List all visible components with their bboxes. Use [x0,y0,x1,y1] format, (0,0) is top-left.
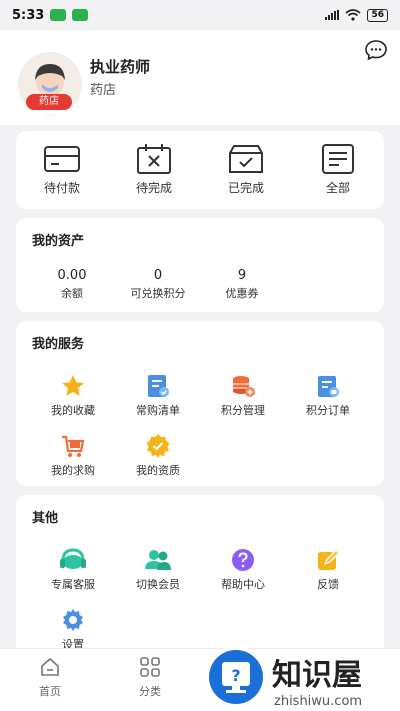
user-role: 药店 [90,83,117,98]
service-purchase-requests[interactable]: 我的求购 [31,433,115,478]
orders-card: 待付款 待完成 已完成 全部 [16,131,384,209]
document-list-icon [322,144,354,174]
asset-label: 余额 [61,287,83,300]
assets-title: 我的资产 [32,234,85,249]
role-badge: 药店 [26,94,72,110]
other-label: 专属客服 [51,578,95,591]
service-label: 我的求购 [51,464,95,477]
users-icon [145,550,171,570]
calendar-x-icon [137,144,171,174]
asset-points[interactable]: 0 可兑换积分 [118,268,198,301]
service-label: 我的收藏 [51,404,95,417]
battery-icon: 56 [367,8,388,22]
status-bar: 5:33 56 [0,0,400,30]
wechat-notification-icon [50,9,67,21]
asset-value: 9 [237,268,247,283]
order-pending-payment[interactable]: 待付款 [32,143,92,196]
service-favorites[interactable]: 我的收藏 [31,373,115,418]
profile-header: 药店 执业药师 药店 [0,30,400,125]
order-all[interactable]: 全部 [308,143,368,196]
service-points-orders[interactable]: 积分订单 [286,373,370,418]
other-title: 其他 [32,511,59,526]
order-completed[interactable]: 已完成 [216,143,276,196]
service-label: 积分管理 [221,404,265,417]
certificate-icon [146,434,170,458]
asset-value: 0.00 [57,268,87,283]
other-label: 帮助中心 [221,578,265,591]
other-settings[interactable]: 设置 [31,607,115,652]
other-customer-service[interactable]: 专属客服 [31,547,115,592]
checklist-icon [148,375,169,397]
wifi-icon [345,9,361,21]
service-label: 我的资质 [136,464,180,477]
svg-text:?: ? [231,666,240,685]
category-icon [140,657,160,677]
services-title: 我的服务 [32,337,85,352]
service-frequent-list[interactable]: 常购清单 [116,373,200,418]
order-label: 已完成 [227,181,264,195]
order-label: 全部 [325,181,350,195]
asset-coupons[interactable]: 9 优惠券 [202,268,282,301]
cart-icon [62,435,85,457]
order-icon [318,376,339,397]
wallet-icon [44,146,80,172]
star-icon [62,375,84,396]
box-check-icon [229,145,263,173]
other-card: 其他 专属客服 切换会员 帮助中心 反馈 设置 [16,495,384,657]
service-qualifications[interactable]: 我的资质 [116,433,200,478]
other-label: 切换会员 [136,578,180,591]
help-icon [232,549,254,571]
asset-label: 优惠券 [225,287,259,300]
message-icon[interactable] [364,38,388,62]
coins-icon [233,376,255,397]
asset-label: 可兑换积分 [130,287,186,300]
tab-label: 分类 [139,685,161,698]
assets-card: 我的资产 0.00 余额 0 可兑换积分 9 优惠券 [16,218,384,312]
watermark-brand: 知识屋 [272,658,362,693]
service-label: 积分订单 [306,404,350,417]
watermark-domain: zhishiwu.com [274,694,362,709]
feedback-icon [318,549,340,570]
signal-icon [325,10,340,20]
service-points-management[interactable]: 积分管理 [201,373,285,418]
other-help-center[interactable]: 帮助中心 [201,547,285,592]
asset-balance[interactable]: 0.00 余额 [32,268,112,301]
settings-icon [63,609,83,631]
status-time: 5:33 [12,7,45,23]
other-switch-member[interactable]: 切换会员 [116,547,200,592]
headset-icon [60,548,86,569]
service-label: 常购清单 [136,404,180,417]
order-label: 待完成 [135,181,172,195]
tab-label: 首页 [39,685,61,698]
other-feedback[interactable]: 反馈 [286,547,370,592]
order-label: 待付款 [43,181,80,195]
services-card: 我的服务 我的收藏 常购清单 积分管理 积分订单 我的求购 我的资质 [16,321,384,486]
other-label: 反馈 [317,578,339,591]
tab-home[interactable]: 首页 [20,657,80,699]
wechat-notification-icon [72,9,89,21]
home-icon [41,657,59,676]
user-name: 执业药师 [90,58,151,76]
order-pending-complete[interactable]: 待完成 [124,143,184,196]
watermark-logo: ? 知识屋 zhishiwu.com [205,646,362,709]
asset-value: 0 [153,268,163,283]
tab-category[interactable]: 分类 [120,657,180,699]
